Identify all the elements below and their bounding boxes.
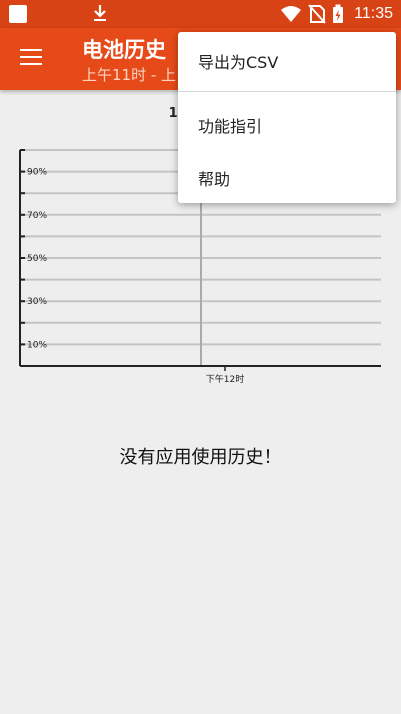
app-subtitle[interactable]: 上午11时 - 上 — [82, 64, 176, 85]
empty-message: 没有应用使用历史！ — [119, 447, 282, 468]
hamburger-menu-icon[interactable] — [20, 49, 42, 67]
app-title: 电池历史 — [82, 38, 166, 62]
overflow-popup-menu: 导出为CSV 功能指引 帮助 — [178, 32, 396, 203]
no-sim-icon — [308, 4, 326, 24]
status-time: 11:35 — [354, 5, 393, 22]
notification-square-icon — [9, 5, 27, 23]
wifi-icon — [281, 6, 301, 22]
menu-item-export-csv[interactable]: 导出为CSV — [198, 49, 278, 73]
y-tick-label: 30% — [27, 297, 47, 307]
download-icon — [94, 5, 106, 21]
menu-item-feature-guide[interactable]: 功能指引 — [198, 113, 262, 137]
y-tick-label: 50% — [27, 254, 47, 264]
battery-charging-icon — [333, 4, 343, 23]
menu-item-help[interactable]: 帮助 — [198, 166, 230, 190]
x-tick-label: 下午12时 — [206, 373, 244, 385]
y-tick-label: 70% — [27, 211, 47, 221]
menu-divider — [178, 91, 396, 92]
y-tick-label: 10% — [27, 340, 47, 350]
y-tick-label: 90% — [27, 168, 47, 178]
status-bar: 11:35 — [0, 0, 401, 28]
